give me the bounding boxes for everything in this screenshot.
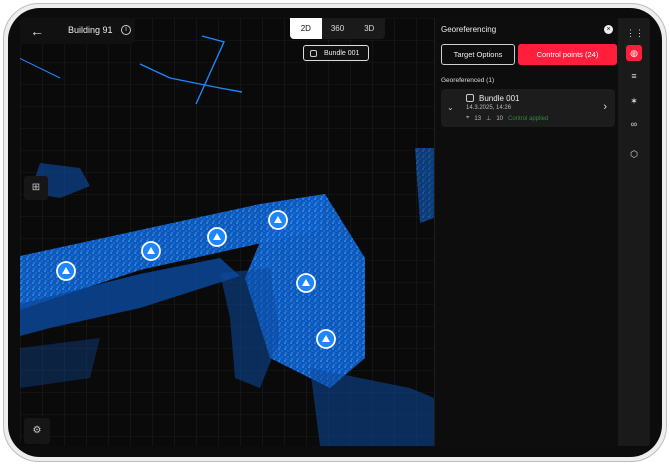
right-tool-rail: ⋮⋮ ◍ ≡ ✶ ∞ ⬡ xyxy=(618,18,650,446)
section-label: Georeferenced (1) xyxy=(441,77,495,84)
point-cloud-map[interactable]: ← Building 91 i 2D 360 3D Bundle 001 ⊞ ⚙ xyxy=(20,18,434,446)
info-icon[interactable]: i xyxy=(121,25,131,35)
bundle-icon xyxy=(466,94,474,102)
stat-a: 13 xyxy=(474,115,482,122)
view-360-button[interactable]: 360 xyxy=(322,18,354,39)
bundle-meta: ⌖ 13 ⊥ 10 Control applied xyxy=(466,115,548,122)
survey-tool-button[interactable]: ⚙ xyxy=(24,418,50,444)
panel-title: Georeferencing xyxy=(441,25,497,34)
stat-b: 10 xyxy=(496,115,503,122)
tab-control-points[interactable]: Control points (24) xyxy=(518,44,617,65)
link-icon[interactable]: ∞ xyxy=(626,116,642,132)
survey-tool-icon: ⚙ xyxy=(32,425,42,436)
close-icon[interactable]: × xyxy=(604,25,613,34)
georeferencing-panel: Georeferencing × Target Options Control … xyxy=(434,18,619,446)
layers-icon[interactable]: ≡ xyxy=(626,68,642,84)
chevron-right-icon[interactable]: › xyxy=(603,101,607,113)
measure-tool-button[interactable]: ⊞ xyxy=(24,176,48,200)
map-header: ← Building 91 i xyxy=(20,18,135,44)
grid-icon[interactable]: ⋮⋮ xyxy=(626,25,644,41)
bundle-icon xyxy=(310,50,317,57)
status-text: Control applied xyxy=(508,115,549,122)
bundle-chip-label: Bundle 001 xyxy=(324,50,360,57)
tab-target-options[interactable]: Target Options xyxy=(441,44,515,65)
measure-icon: ⊞ xyxy=(31,182,41,193)
survey-tool-icon[interactable]: ✶ xyxy=(626,93,642,109)
view-2d-button[interactable]: 2D xyxy=(290,18,322,39)
cube-icon[interactable]: ⬡ xyxy=(626,146,642,162)
panel-tabs: Target Options Control points (24) xyxy=(441,44,617,65)
globe-icon[interactable]: ◍ xyxy=(626,45,642,61)
view-3d-button[interactable]: 3D xyxy=(353,18,385,39)
bundle-date: 14.3.2025, 14:26 xyxy=(466,105,512,111)
target-icon: ⌖ xyxy=(466,115,470,121)
building-title: Building 91 xyxy=(68,25,113,35)
bundle-name: Bundle 001 xyxy=(479,94,520,103)
map-canvas xyxy=(20,18,434,446)
app-screen: ← Building 91 i 2D 360 3D Bundle 001 ⊞ ⚙… xyxy=(20,18,650,446)
view-mode-toggle: 2D 360 3D xyxy=(290,18,385,39)
arrow-left-icon: ← xyxy=(30,23,44,39)
chevron-down-icon[interactable]: ⌄ xyxy=(447,103,454,112)
back-button[interactable]: ← xyxy=(26,21,48,41)
bundle-card[interactable]: ⌄ Bundle 001 14.3.2025, 14:26 ⌖ 13 ⊥ 10 … xyxy=(441,89,615,127)
pin-icon: ⊥ xyxy=(486,116,492,122)
bundle-chip[interactable]: Bundle 001 xyxy=(303,45,369,61)
